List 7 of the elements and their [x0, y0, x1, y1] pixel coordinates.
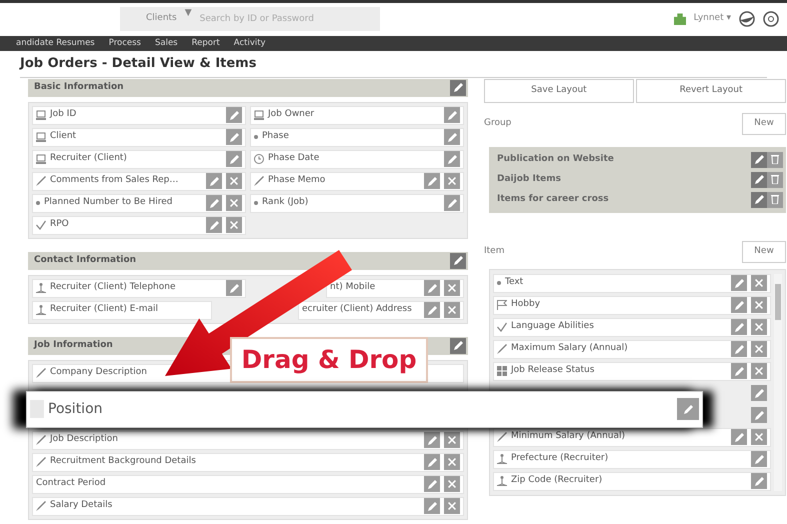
panel-label: Item [484, 244, 504, 258]
section-title: Contact Information [34, 254, 136, 267]
page-title: Job Orders - Detail View & Items [20, 54, 767, 78]
panel-label: Group [484, 116, 512, 130]
drag-drop-tooltip: Drag & Drop [230, 336, 428, 382]
section-title: Basic Information [34, 80, 124, 94]
section-title: Job Information [34, 338, 113, 352]
